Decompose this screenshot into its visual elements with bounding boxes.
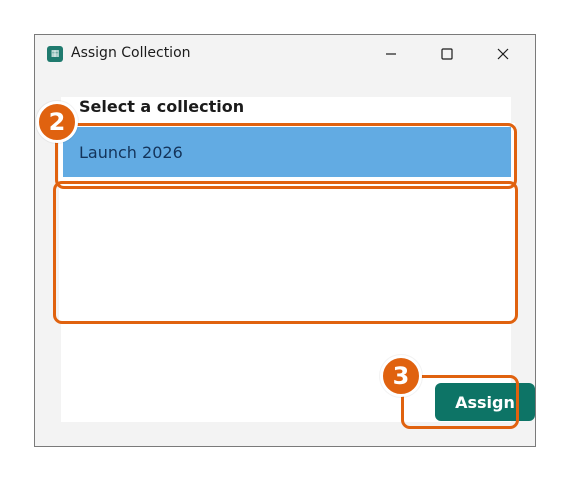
maximize-icon <box>441 48 453 60</box>
minimize-button[interactable] <box>363 35 419 73</box>
minimize-icon <box>386 53 396 55</box>
close-button[interactable] <box>475 35 531 73</box>
close-icon <box>497 48 509 60</box>
select-collection-heading: Select a collection <box>79 97 245 116</box>
window-title: Assign Collection <box>71 45 191 61</box>
selected-item-highlight <box>55 123 517 189</box>
collection-list-highlight <box>53 181 518 324</box>
step-3-badge: 3 <box>380 355 422 397</box>
app-icon: ▦ <box>47 46 63 62</box>
maximize-button[interactable] <box>419 35 475 73</box>
title-bar[interactable]: ▦ Assign Collection <box>35 35 535 73</box>
step-2-badge: 2 <box>36 101 78 143</box>
